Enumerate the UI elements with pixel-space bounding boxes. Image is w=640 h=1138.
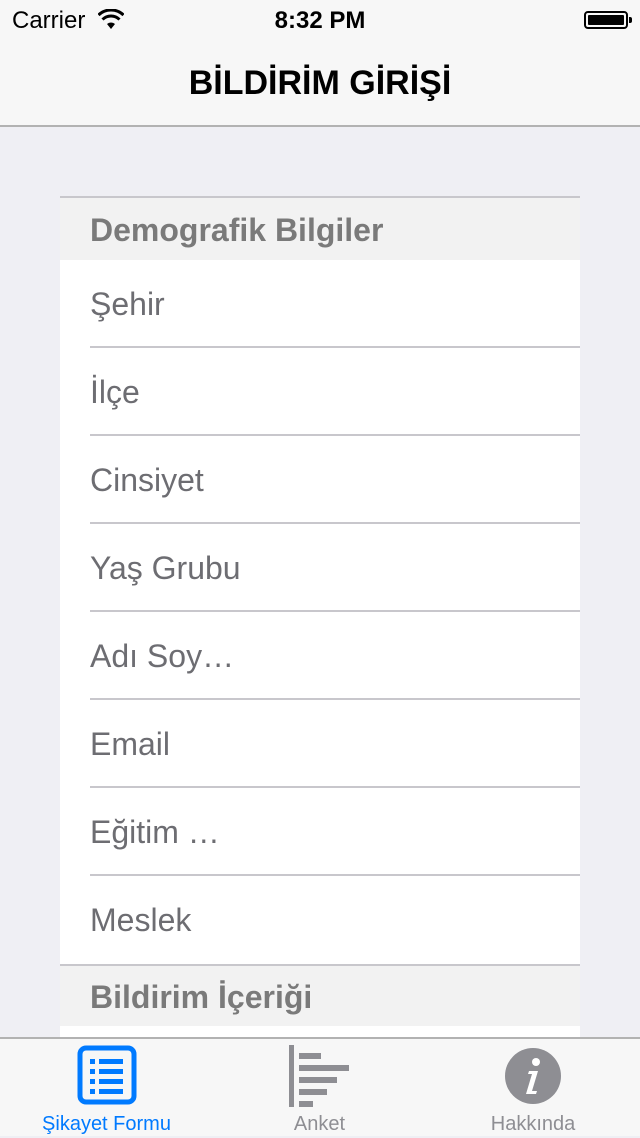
field-gender[interactable]: Cinsiyet — [60, 436, 580, 524]
chart-icon — [288, 1045, 349, 1107]
page-title: BİLDİRİM GİRİŞİ — [188, 64, 452, 102]
clock: 8:32 PM — [274, 7, 366, 34]
tab-survey[interactable]: Anket — [213, 1039, 426, 1138]
form-table: Demografik Bilgiler Şehir İlçe Cinsiyet … — [60, 196, 580, 1037]
field-district[interactable]: İlçe — [60, 348, 580, 436]
tab-label: Hakkında — [490, 1113, 576, 1135]
battery-icon — [584, 11, 632, 29]
field-email[interactable]: Email — [60, 700, 580, 788]
section-header-report-content: Bildirim İçeriği — [60, 964, 580, 1026]
field-age-group[interactable]: Yaş Grubu — [60, 524, 580, 612]
field-full-name[interactable]: Adı Soy… — [60, 612, 580, 700]
section-header-demographics: Demografik Bilgiler — [60, 198, 580, 260]
navigation-bar: BİLDİRİM GİRİŞİ — [0, 40, 640, 127]
tab-complaint-form[interactable]: Şikayet Formu — [0, 1039, 213, 1138]
field-education[interactable]: Eğitim … — [60, 788, 580, 876]
info-icon — [505, 1048, 561, 1104]
field-city[interactable]: Şehir — [60, 260, 580, 348]
list-icon — [77, 1045, 136, 1105]
status-bar: Carrier 8:32 PM — [0, 0, 640, 40]
tab-label: Anket — [293, 1113, 346, 1135]
tab-label: Şikayet Formu — [42, 1113, 171, 1135]
tab-bar: Şikayet Formu Anket Hakkında — [0, 1037, 640, 1136]
tab-about[interactable]: Hakkında — [426, 1039, 640, 1138]
field-occupation[interactable]: Meslek — [60, 876, 580, 964]
